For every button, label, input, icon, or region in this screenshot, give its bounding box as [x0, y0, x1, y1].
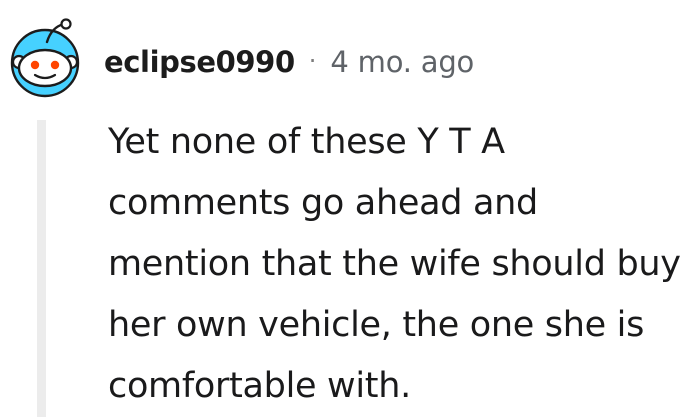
- meta-separator: ·: [308, 47, 317, 75]
- avatar[interactable]: [6, 18, 84, 100]
- comment-text: Yet none of these Y T A comments go ahea…: [108, 122, 681, 406]
- comment-body: Yet none of these Y T A comments go ahea…: [108, 112, 688, 417]
- comment-author-link[interactable]: eclipse0990: [104, 45, 295, 79]
- comment-timestamp[interactable]: 4 mo. ago: [330, 45, 474, 79]
- reddit-snoo-icon: [10, 18, 80, 98]
- comment: eclipse0990 · 4 mo. ago Yet none of thes…: [0, 0, 700, 417]
- comment-meta: eclipse0990 · 4 mo. ago: [104, 40, 474, 84]
- thread-collapse-line[interactable]: [37, 120, 46, 417]
